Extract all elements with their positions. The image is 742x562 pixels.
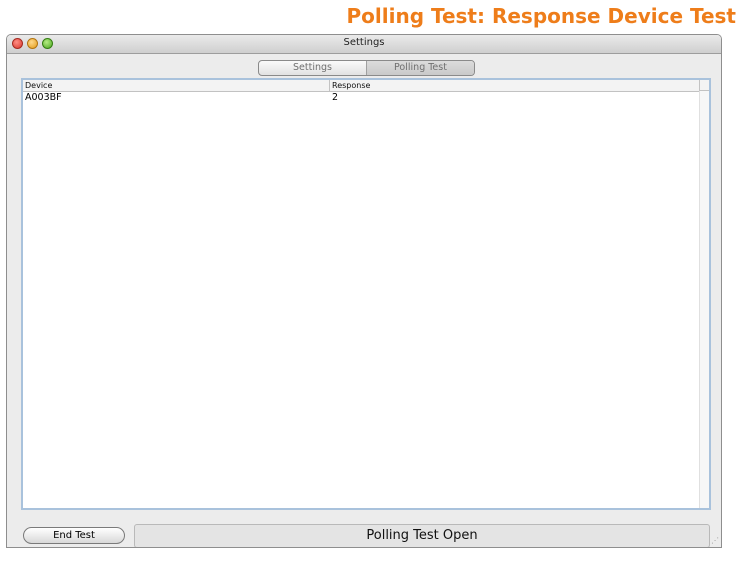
device-table: Device Response A003BF 2 — [21, 78, 711, 510]
column-header-device[interactable]: Device — [25, 80, 52, 91]
vertical-scrollbar[interactable] — [699, 91, 709, 508]
tab-polling-test[interactable]: Polling Test — [366, 61, 474, 75]
end-test-button[interactable]: End Test — [23, 527, 125, 544]
column-header-response[interactable]: Response — [329, 80, 370, 91]
table-header: Device Response — [23, 80, 699, 92]
cell-device: A003BF — [25, 92, 62, 103]
header-corner — [699, 80, 709, 91]
resize-grip-icon[interactable]: ⋰ — [711, 537, 719, 545]
table-row[interactable]: A003BF 2 — [23, 92, 699, 104]
tab-bar: Settings Polling Test — [258, 60, 475, 76]
window-title: Settings — [343, 37, 385, 48]
status-display: Polling Test Open — [134, 524, 710, 547]
title-bar[interactable]: Settings — [7, 35, 721, 54]
settings-window: Settings Settings Polling Test Device Re… — [6, 34, 722, 548]
page-heading: Polling Test: Response Device Test — [346, 4, 736, 28]
cell-response: 2 — [332, 92, 339, 103]
tab-settings[interactable]: Settings — [259, 61, 366, 75]
